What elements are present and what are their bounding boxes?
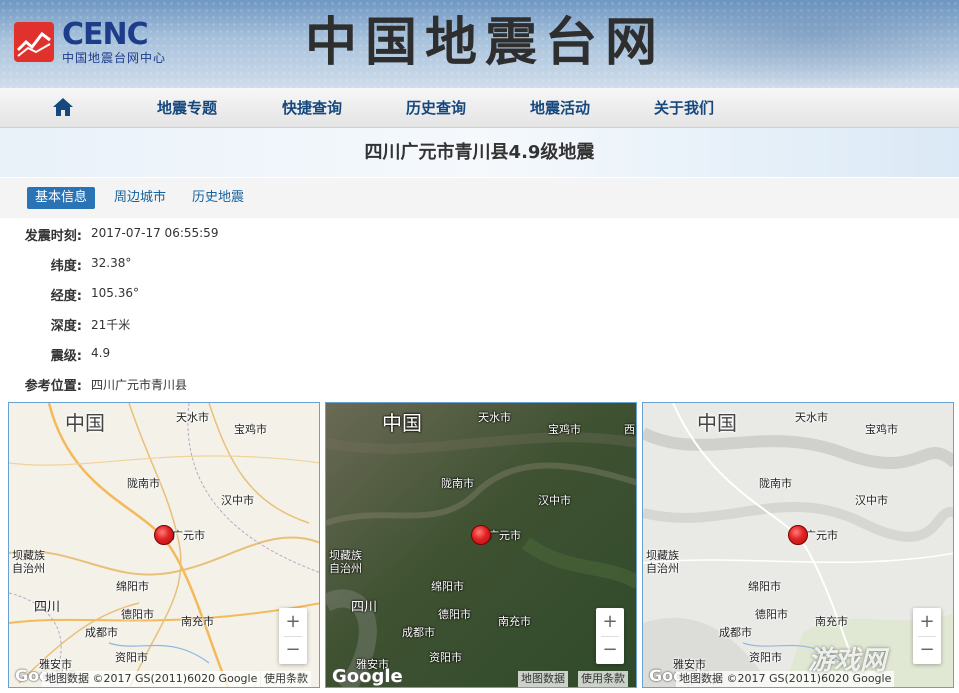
info-tabs: 基本信息 周边城市 历史地震 [0,178,959,218]
info-row-location: 参考位置: 四川广元市青川县 [0,368,959,398]
info-value: 2017-07-17 06:55:59 [91,226,219,240]
zoom-out-button[interactable]: − [913,636,941,664]
info-label: 经度: [50,289,82,304]
site-title: 中国地震台网 [305,12,666,73]
info-label: 深度: [50,319,82,334]
google-logo[interactable]: Google [332,666,403,687]
map-label-sichuan: 四川 [34,600,61,615]
map-label-tianshui: 天水市 [795,411,828,424]
map-label-longnan: 陇南市 [759,477,792,490]
map-satellite[interactable]: 中国 天水市 宝鸡市 西 陇南市 汉中市 广元市 坝藏族 自治州 绵阳市 四川 … [325,402,637,688]
home-icon[interactable] [52,96,74,118]
info-value: 四川广元市青川县 [91,378,188,392]
logo-subtitle: 中国地震台网中心 [62,51,167,65]
map-label-tianshui: 天水市 [478,411,511,424]
info-label: 纬度: [50,259,82,274]
terrain-background [643,403,953,687]
map-label-hanzhong: 汉中市 [855,494,888,507]
map-label-longnan: 陇南市 [441,477,474,490]
map-label-mianyang: 绵阳市 [748,580,781,593]
map-label-hanzhong: 汉中市 [221,494,254,507]
zoom-in-button[interactable]: + [913,608,941,636]
map-label-mianyang: 绵阳市 [431,580,464,593]
map-label-autonomous-prefecture: 自治州 [329,562,362,575]
info-value: 105.36° [91,286,139,300]
map-label-china: 中国 [382,411,422,435]
map-label-hanzhong: 汉中市 [538,494,571,507]
map-label-sichuan: 四川 [351,600,378,615]
site-banner: CENC 中国地震台网中心 中国地震台网 [0,0,959,88]
map-label-autonomous-prefecture: 自治州 [12,562,45,575]
site-watermark: 游戏网 [808,646,887,676]
zoom-in-button[interactable]: + [596,608,624,636]
nav-item-about[interactable]: 关于我们 [654,88,714,128]
map-label-china: 中国 [697,411,737,435]
info-value: 21千米 [91,318,131,332]
map-label-chengdu: 成都市 [85,626,118,639]
map-attribution: 地图数据 [518,671,568,687]
info-label: 参考位置: [24,379,82,394]
map-label-mianyang: 绵阳市 [116,580,149,593]
info-row-time: 发震时刻: 2017-07-17 06:55:59 [0,218,959,248]
info-label: 震级: [50,349,82,364]
info-row-magnitude: 震级: 4.9 [0,338,959,368]
map-label-guangyuan: 广元市 [488,529,521,542]
map-label-tianshui: 天水市 [176,411,209,424]
zoom-control: + − [913,608,941,664]
satellite-background [326,403,636,687]
epicenter-marker[interactable] [154,525,174,545]
map-label-baoji: 宝鸡市 [865,423,898,436]
epicenter-marker[interactable] [471,525,491,545]
nav-item-activity[interactable]: 地震活动 [530,88,590,128]
logo-text: CENC [62,17,149,52]
map-label-ziyang: 资阳市 [115,651,148,664]
map-roadmap[interactable]: 中国 天水市 宝鸡市 陇南市 汉中市 广元市 坝藏族 自治州 绵阳市 四川 德阳… [8,402,320,688]
map-label-baoji: 宝鸡市 [548,423,581,436]
map-label-ziyang: 资阳市 [749,651,782,664]
map-label-ziyang: 资阳市 [429,651,462,664]
map-label-deyang: 德阳市 [121,608,154,621]
map-label-nanchong: 南充市 [498,615,531,628]
map-label-chengdu: 成都市 [402,626,435,639]
epicenter-marker[interactable] [788,525,808,545]
nav-item-history-search[interactable]: 历史查询 [406,88,466,128]
map-attribution: 地图数据 ©2017 GS(2011)6020 Google [42,671,261,687]
map-label-deyang: 德阳市 [755,608,788,621]
info-value: 4.9 [91,346,111,360]
tab-history-quakes[interactable]: 历史地震 [184,187,252,209]
zoom-out-button[interactable]: − [279,636,307,664]
map-label-nanchong: 南充市 [815,615,848,628]
map-label-nanchong: 南充市 [181,615,214,628]
map-label-chengdu: 成都市 [719,626,752,639]
map-label-guangyuan: 广元市 [172,529,205,542]
map-terms-link[interactable]: 使用条款 [261,671,311,687]
zoom-out-button[interactable]: − [596,636,624,664]
map-label-longnan: 陇南市 [127,477,160,490]
zoom-in-button[interactable]: + [279,608,307,636]
nav-item-quick-search[interactable]: 快捷查询 [282,88,342,128]
info-row-latitude: 纬度: 32.38° [0,248,959,278]
roadmap-background [9,403,319,687]
map-label-guangyuan: 广元市 [805,529,838,542]
info-row-depth: 深度: 21千米 [0,308,959,338]
map-terms-link[interactable]: 使用条款 [578,671,628,687]
map-label-china: 中国 [65,411,105,435]
zoom-control: + − [596,608,624,664]
map-label-baoji: 宝鸡市 [234,423,267,436]
info-value: 32.38° [91,256,132,270]
tab-basic-info[interactable]: 基本信息 [27,187,96,209]
main-nav: 地震专题 快捷查询 历史查询 地震活动 关于我们 [0,88,959,128]
info-label: 发震时刻: [24,229,82,244]
map-label-autonomous-prefecture: 自治州 [646,562,679,575]
tab-nearby-cities[interactable]: 周边城市 [106,187,174,209]
map-label-xi: 西 [624,423,635,436]
event-title-bar: 四川广元市青川县4.9级地震 [0,128,959,177]
zoom-control: + − [279,608,307,664]
event-title: 四川广元市青川县4.9级地震 [364,142,595,163]
info-row-longitude: 经度: 105.36° [0,278,959,308]
cenc-logo-icon [14,22,54,62]
nav-item-topics[interactable]: 地震专题 [157,88,217,128]
map-terrain[interactable]: 中国 天水市 宝鸡市 陇南市 汉中市 广元市 坝藏族 自治州 绵阳市 德阳市 南… [642,402,954,688]
map-label-deyang: 德阳市 [438,608,471,621]
